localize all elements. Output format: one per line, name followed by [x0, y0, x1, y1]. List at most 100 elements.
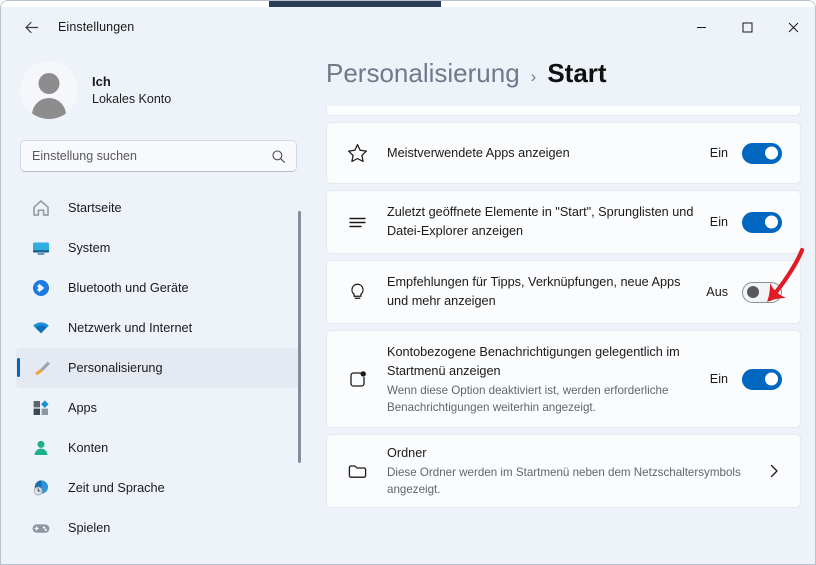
recent-items-state-label: Ein: [710, 215, 728, 229]
sidebar-item-label: Personalisierung: [68, 361, 163, 375]
recent-items-control: Ein: [710, 212, 782, 233]
recent-items-text: Zuletzt geöffnete Elemente in "Start", S…: [387, 203, 710, 241]
settings-card-clipped-above: [326, 106, 801, 116]
sidebar-item-label: Konten: [68, 441, 108, 455]
app-title: Einstellungen: [58, 20, 134, 34]
toggle-knob: [765, 147, 778, 160]
sidebar-item-netzwerk[interactable]: Netzwerk und Internet: [16, 308, 300, 348]
sidebar-nav: Startseite System: [2, 188, 314, 548]
frequent-apps-state-label: Ein: [710, 146, 728, 160]
minimize-button[interactable]: [678, 7, 724, 47]
system-icon: [29, 236, 53, 260]
folders-title: Ordner: [387, 444, 756, 463]
settings-card-folders[interactable]: Ordner Diese Ordner werden im Startmenü …: [326, 434, 801, 508]
minimize-icon: [696, 22, 707, 33]
avatar-body: [32, 98, 66, 119]
home-icon: [29, 196, 53, 220]
settings-card-recommendations: Empfehlungen für Tipps, Verknüpfungen, n…: [326, 260, 801, 324]
folders-text: Ordner Diese Ordner werden im Startmenü …: [387, 444, 766, 498]
breadcrumb: Personalisierung › Start: [326, 58, 607, 89]
account-notifications-title: Kontobezogene Benachrichtigungen gelegen…: [387, 343, 700, 381]
window-controls: [678, 7, 816, 47]
settings-card-frequent-apps: Meistverwendete Apps anzeigen Ein: [326, 122, 801, 184]
bluetooth-icon: [29, 276, 53, 300]
recommendations-state-label: Aus: [706, 285, 728, 299]
account-notifications-toggle[interactable]: [742, 369, 782, 390]
settings-card-list: Meistverwendete Apps anzeigen Ein: [326, 106, 801, 565]
search-input[interactable]: [32, 149, 257, 163]
breadcrumb-parent[interactable]: Personalisierung: [326, 58, 520, 89]
frequent-apps-title: Meistverwendete Apps anzeigen: [387, 144, 700, 163]
sidebar-item-label: System: [68, 241, 110, 255]
close-icon: [788, 22, 799, 33]
main-content: Personalisierung › Start: [314, 47, 816, 565]
folder-icon: [343, 457, 371, 485]
frequent-apps-toggle[interactable]: [742, 143, 782, 164]
sidebar-item-apps[interactable]: Apps: [16, 388, 300, 428]
sidebar-item-label: Bluetooth und Geräte: [68, 281, 189, 295]
account-name: Ich: [92, 73, 171, 90]
account-notifications-control: Ein: [710, 369, 782, 390]
clipped-card-row: [343, 106, 782, 115]
sidebar-item-label: Netzwerk und Internet: [68, 321, 192, 335]
toggle-knob: [765, 373, 778, 386]
chevron-right-icon: [766, 463, 782, 479]
personalization-icon: [29, 356, 53, 380]
search-icon: [271, 149, 286, 164]
sidebar-item-konten[interactable]: Konten: [16, 428, 300, 468]
sidebar: Ich Lokales Konto Starts: [2, 47, 314, 565]
back-button[interactable]: [14, 12, 48, 42]
recommendations-title: Empfehlungen für Tipps, Verknüpfungen, n…: [387, 273, 696, 311]
account-section[interactable]: Ich Lokales Konto: [20, 61, 314, 119]
sidebar-item-system[interactable]: System: [16, 228, 300, 268]
account-type: Lokales Konto: [92, 90, 171, 108]
sidebar-item-label: Zeit und Sprache: [68, 481, 165, 495]
sidebar-item-label: Apps: [68, 401, 97, 415]
recent-items-toggle[interactable]: [742, 212, 782, 233]
recommendations-control: Aus: [706, 282, 782, 303]
avatar-head: [39, 73, 60, 94]
sidebar-item-startseite[interactable]: Startseite: [16, 188, 300, 228]
settings-card-account-notifications: Kontobezogene Benachrichtigungen gelegen…: [326, 330, 801, 428]
frequent-apps-text: Meistverwendete Apps anzeigen: [387, 144, 710, 163]
network-icon: [29, 316, 53, 340]
sidebar-item-label: Startseite: [68, 201, 122, 215]
sidebar-item-personalisierung[interactable]: Personalisierung: [16, 348, 300, 388]
search-glyph: [271, 149, 286, 164]
recent-items-title: Zuletzt geöffnete Elemente in "Start", S…: [387, 203, 700, 241]
selection-indicator: [17, 358, 20, 377]
time-language-icon: [29, 476, 53, 500]
notification-badge-icon: [343, 365, 371, 393]
recommendations-toggle[interactable]: [742, 282, 782, 303]
sidebar-scrollbar[interactable]: [298, 211, 301, 463]
toggle-knob: [747, 286, 759, 298]
account-text: Ich Lokales Konto: [92, 73, 171, 108]
toggle-knob: [765, 216, 778, 229]
back-arrow-icon: [23, 19, 40, 36]
sidebar-item-bluetooth[interactable]: Bluetooth und Geräte: [16, 268, 300, 308]
settings-card-recent-items: Zuletzt geöffnete Elemente in "Start", S…: [326, 190, 801, 254]
maximize-button[interactable]: [724, 7, 770, 47]
account-notifications-state-label: Ein: [710, 372, 728, 386]
sidebar-item-label: Spielen: [68, 521, 110, 535]
list-icon: [343, 208, 371, 236]
title-bar: Einstellungen: [2, 7, 816, 47]
sidebar-item-zeit-sprache[interactable]: Zeit und Sprache: [16, 468, 300, 508]
folders-description: Diese Ordner werden im Startmenü neben d…: [387, 464, 756, 498]
user-avatar-icon: [20, 61, 78, 119]
gaming-icon: [29, 516, 53, 540]
account-notifications-text: Kontobezogene Benachrichtigungen gelegen…: [387, 343, 710, 416]
account-notifications-description: Wenn diese Option deaktiviert ist, werde…: [387, 382, 700, 416]
sidebar-item-spielen[interactable]: Spielen: [16, 508, 300, 548]
settings-window: Einstellungen: [0, 0, 816, 565]
frequent-apps-control: Ein: [710, 143, 782, 164]
star-icon: [343, 139, 371, 167]
apps-icon: [29, 396, 53, 420]
breadcrumb-separator: ›: [531, 67, 537, 87]
close-button[interactable]: [770, 7, 816, 47]
search-box[interactable]: [20, 140, 297, 172]
lightbulb-icon: [343, 278, 371, 306]
maximize-icon: [742, 22, 753, 33]
recommendations-text: Empfehlungen für Tipps, Verknüpfungen, n…: [387, 273, 706, 311]
page-title: Start: [547, 58, 606, 89]
